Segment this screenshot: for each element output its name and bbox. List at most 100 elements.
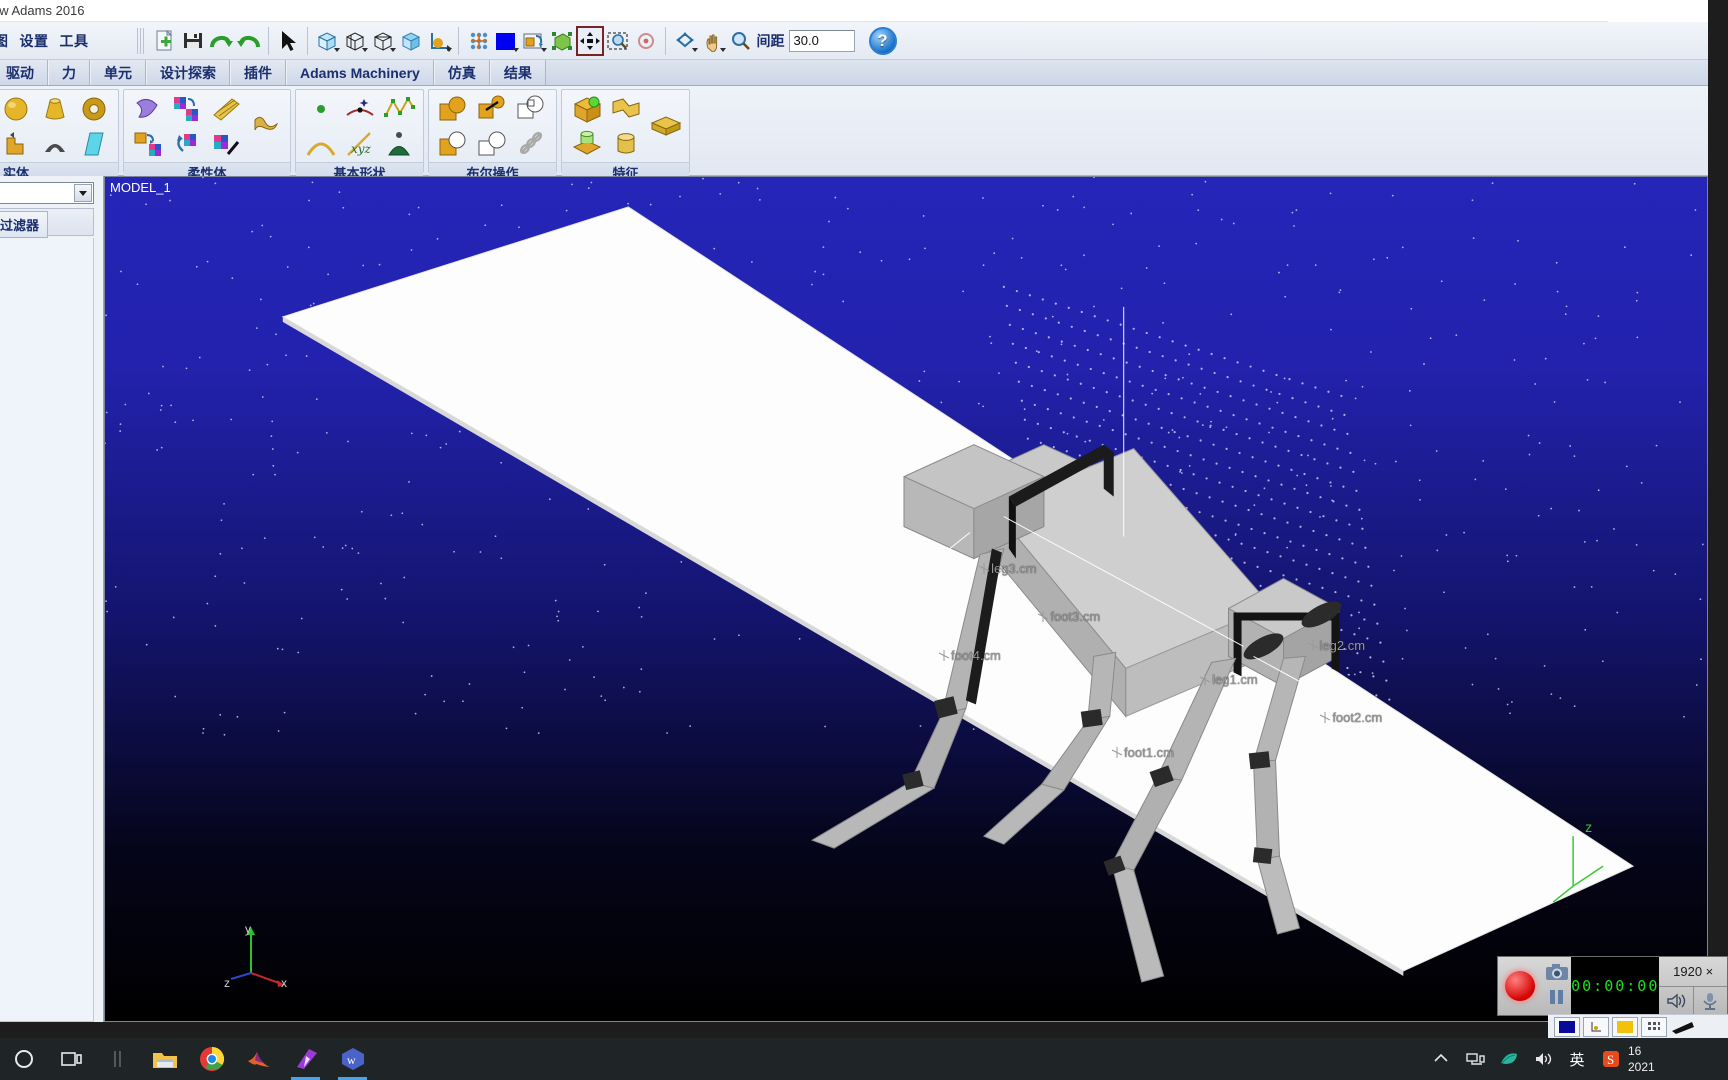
flex-body-icon[interactable] bbox=[130, 92, 167, 125]
volume-icon[interactable] bbox=[1526, 1038, 1560, 1080]
chevron-down-icon[interactable] bbox=[445, 47, 452, 52]
screen-recorder-overlay[interactable]: 00:00:00 1920 × bbox=[1497, 956, 1728, 1016]
plate-icon[interactable] bbox=[75, 127, 112, 160]
view-front-icon[interactable] bbox=[313, 26, 341, 56]
intersect-icon[interactable] bbox=[435, 127, 472, 160]
network-icon[interactable] bbox=[1458, 1038, 1492, 1080]
adams-icon[interactable] bbox=[282, 1038, 329, 1080]
merge-icon[interactable] bbox=[474, 92, 511, 125]
sphere-icon[interactable] bbox=[0, 92, 34, 125]
black-shape-button[interactable] bbox=[1670, 1017, 1696, 1037]
fit-green-icon[interactable] bbox=[548, 26, 576, 56]
fillet-icon[interactable] bbox=[568, 92, 605, 125]
chain-link-icon[interactable] bbox=[513, 127, 550, 160]
flex-swap-icon[interactable] bbox=[169, 127, 206, 160]
chain-outline-icon[interactable] bbox=[474, 127, 511, 160]
tab-motion[interactable]: 驱动 bbox=[0, 60, 48, 85]
beam-icon[interactable] bbox=[208, 92, 245, 125]
chevron-down-icon[interactable] bbox=[333, 47, 340, 52]
view-shaded-icon[interactable] bbox=[397, 26, 425, 56]
subtract-outline-icon[interactable] bbox=[513, 92, 550, 125]
tab-design-exploration[interactable]: 设计探索 bbox=[146, 60, 230, 85]
rigid-to-flex-icon[interactable] bbox=[169, 92, 206, 125]
wps-icon[interactable]: w bbox=[329, 1038, 376, 1080]
clock[interactable]: 16 2021 bbox=[1628, 1043, 1714, 1075]
rotate-icon[interactable] bbox=[671, 26, 699, 56]
chevron-down-icon[interactable] bbox=[512, 47, 519, 52]
blue-swatch-button[interactable] bbox=[1554, 1016, 1580, 1037]
file-explorer-icon[interactable] bbox=[141, 1038, 188, 1080]
marker-icon[interactable] bbox=[341, 92, 378, 125]
pause-icon[interactable] bbox=[1546, 987, 1568, 1010]
unite-icon[interactable] bbox=[435, 92, 472, 125]
boss-icon[interactable] bbox=[568, 127, 605, 160]
background-color-icon[interactable] bbox=[492, 26, 520, 56]
pan-hand-icon[interactable] bbox=[699, 26, 727, 56]
chevron-down-icon[interactable] bbox=[389, 47, 396, 52]
tab-simulation[interactable]: 仿真 bbox=[433, 60, 490, 85]
select-arrow-icon[interactable] bbox=[274, 26, 302, 56]
arc-icon[interactable] bbox=[302, 127, 339, 160]
yellow-swatch-button[interactable] bbox=[1612, 1016, 1638, 1037]
model-tree[interactable]: 型 bbox=[0, 238, 94, 1022]
zoom-icon[interactable] bbox=[727, 26, 755, 56]
tab-plugins[interactable]: 插件 bbox=[230, 60, 286, 85]
revolution-icon[interactable] bbox=[36, 127, 73, 160]
solid-to-flex-icon[interactable] bbox=[130, 127, 167, 160]
depth-icon[interactable] bbox=[520, 26, 548, 56]
filter-button[interactable]: 过滤器 bbox=[0, 211, 49, 238]
camera-icon[interactable] bbox=[1544, 962, 1570, 985]
torus-icon[interactable] bbox=[75, 92, 112, 125]
sogou-icon[interactable]: S bbox=[1594, 1038, 1628, 1080]
cortana-icon[interactable] bbox=[0, 1038, 47, 1080]
render-points-icon[interactable] bbox=[464, 26, 492, 56]
fit-view-icon[interactable] bbox=[575, 25, 604, 56]
microphone-icon[interactable] bbox=[1694, 987, 1727, 1016]
tab-adams-machinery[interactable]: Adams Machinery bbox=[286, 60, 434, 85]
chevron-down-icon[interactable] bbox=[361, 47, 368, 52]
matlab-icon[interactable] bbox=[235, 1038, 282, 1080]
show-hidden-icons-icon[interactable] bbox=[1424, 1038, 1458, 1080]
target-icon[interactable] bbox=[632, 26, 660, 56]
extrusion-icon[interactable] bbox=[0, 127, 34, 160]
spline-xyz-icon[interactable]: xyz bbox=[341, 127, 378, 160]
spacing-input[interactable] bbox=[788, 29, 855, 52]
viewport-3d[interactable]: z MODEL_1 leg3.cm foot3.cm foot4.cm leg2.cm… bbox=[104, 176, 1708, 1022]
point-icon[interactable] bbox=[302, 92, 339, 125]
flexible-link-icon[interactable] bbox=[247, 110, 284, 143]
tab-elements[interactable]: 单元 bbox=[90, 60, 146, 85]
chevron-down-icon[interactable] bbox=[691, 47, 698, 52]
help-button[interactable]: ? bbox=[868, 26, 897, 55]
coordinate-axis-icon[interactable] bbox=[425, 26, 453, 56]
chevron-down-icon[interactable] bbox=[540, 47, 547, 52]
chevron-down-icon[interactable] bbox=[74, 184, 92, 202]
view-wireframe-icon[interactable] bbox=[341, 26, 369, 56]
grid-button[interactable] bbox=[1641, 1016, 1667, 1037]
chamfer-icon[interactable] bbox=[607, 92, 644, 125]
speaker-icon[interactable] bbox=[1659, 986, 1694, 1015]
redo-icon[interactable] bbox=[235, 26, 263, 56]
tab-force[interactable]: 力 bbox=[48, 60, 90, 85]
construction-icon[interactable] bbox=[380, 127, 417, 160]
window-controls[interactable] bbox=[1608, 0, 1708, 22]
zoom-box-icon[interactable] bbox=[604, 26, 632, 56]
save-icon[interactable] bbox=[179, 26, 207, 56]
menu-item-view[interactable]: 图 bbox=[0, 31, 9, 51]
frustum-icon[interactable] bbox=[36, 92, 73, 125]
new-model-icon[interactable] bbox=[151, 26, 179, 56]
defender-leaf-icon[interactable] bbox=[1492, 1038, 1526, 1080]
hole-icon[interactable] bbox=[607, 127, 644, 160]
polyline-icon[interactable] bbox=[380, 92, 417, 125]
tab-results[interactable]: 结果 bbox=[489, 60, 546, 85]
toolbar-grip[interactable] bbox=[136, 27, 145, 54]
axis-button[interactable] bbox=[1583, 1016, 1609, 1037]
menu-item-tools[interactable]: 工具 bbox=[60, 31, 89, 51]
task-view-icon[interactable] bbox=[47, 1038, 94, 1080]
flex-edit-icon[interactable] bbox=[208, 127, 245, 160]
ime-language-icon[interactable]: 英 bbox=[1560, 1038, 1594, 1080]
show-desktop-button[interactable] bbox=[1714, 1038, 1724, 1080]
browser-combo[interactable] bbox=[0, 182, 94, 204]
chrome-icon[interactable] bbox=[188, 1038, 235, 1080]
view-box-icon[interactable] bbox=[369, 26, 397, 56]
record-button[interactable] bbox=[1498, 957, 1542, 1015]
